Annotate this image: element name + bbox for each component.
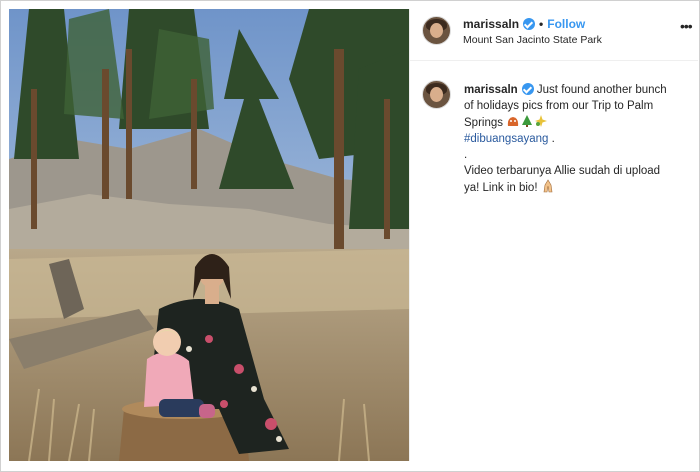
post-caption: marissaln Just found another bunch of ho…: [464, 82, 669, 196]
caption-username-link[interactable]: marissaln: [464, 84, 518, 96]
header-divider: [410, 60, 698, 61]
verified-badge-icon: [521, 83, 534, 95]
follow-button[interactable]: Follow: [547, 17, 585, 31]
hashtag-link[interactable]: #dibuangsayang: [464, 133, 548, 145]
header-user-line: marissaln • Follow: [463, 17, 585, 31]
verified-badge-icon: [523, 18, 536, 30]
more-options-icon[interactable]: •••: [680, 18, 693, 34]
tree-emoji-icon: [522, 115, 533, 127]
gingerbread-emoji-icon: [508, 117, 519, 126]
separator-dot: •: [539, 17, 544, 31]
profile-avatar[interactable]: [422, 16, 451, 45]
photo-divider: [409, 9, 410, 461]
caption-text-line2: Video terbarunya Allie sudah di upload y…: [464, 165, 661, 194]
pray-emoji-icon: [543, 179, 553, 193]
location-link[interactable]: Mount San Jacinto State Park: [463, 34, 602, 46]
username-link[interactable]: marissaln: [463, 17, 519, 31]
photo-scene: [9, 9, 409, 461]
sparkle-emoji-icon: [535, 115, 548, 127]
post-header: marissaln • Follow Mount San Jacinto State…: [422, 14, 693, 48]
caption-dot-line: .: [464, 149, 468, 161]
caption-avatar[interactable]: [422, 80, 451, 109]
post-photo[interactable]: [9, 9, 409, 461]
hashtag-suffix: .: [548, 133, 555, 145]
